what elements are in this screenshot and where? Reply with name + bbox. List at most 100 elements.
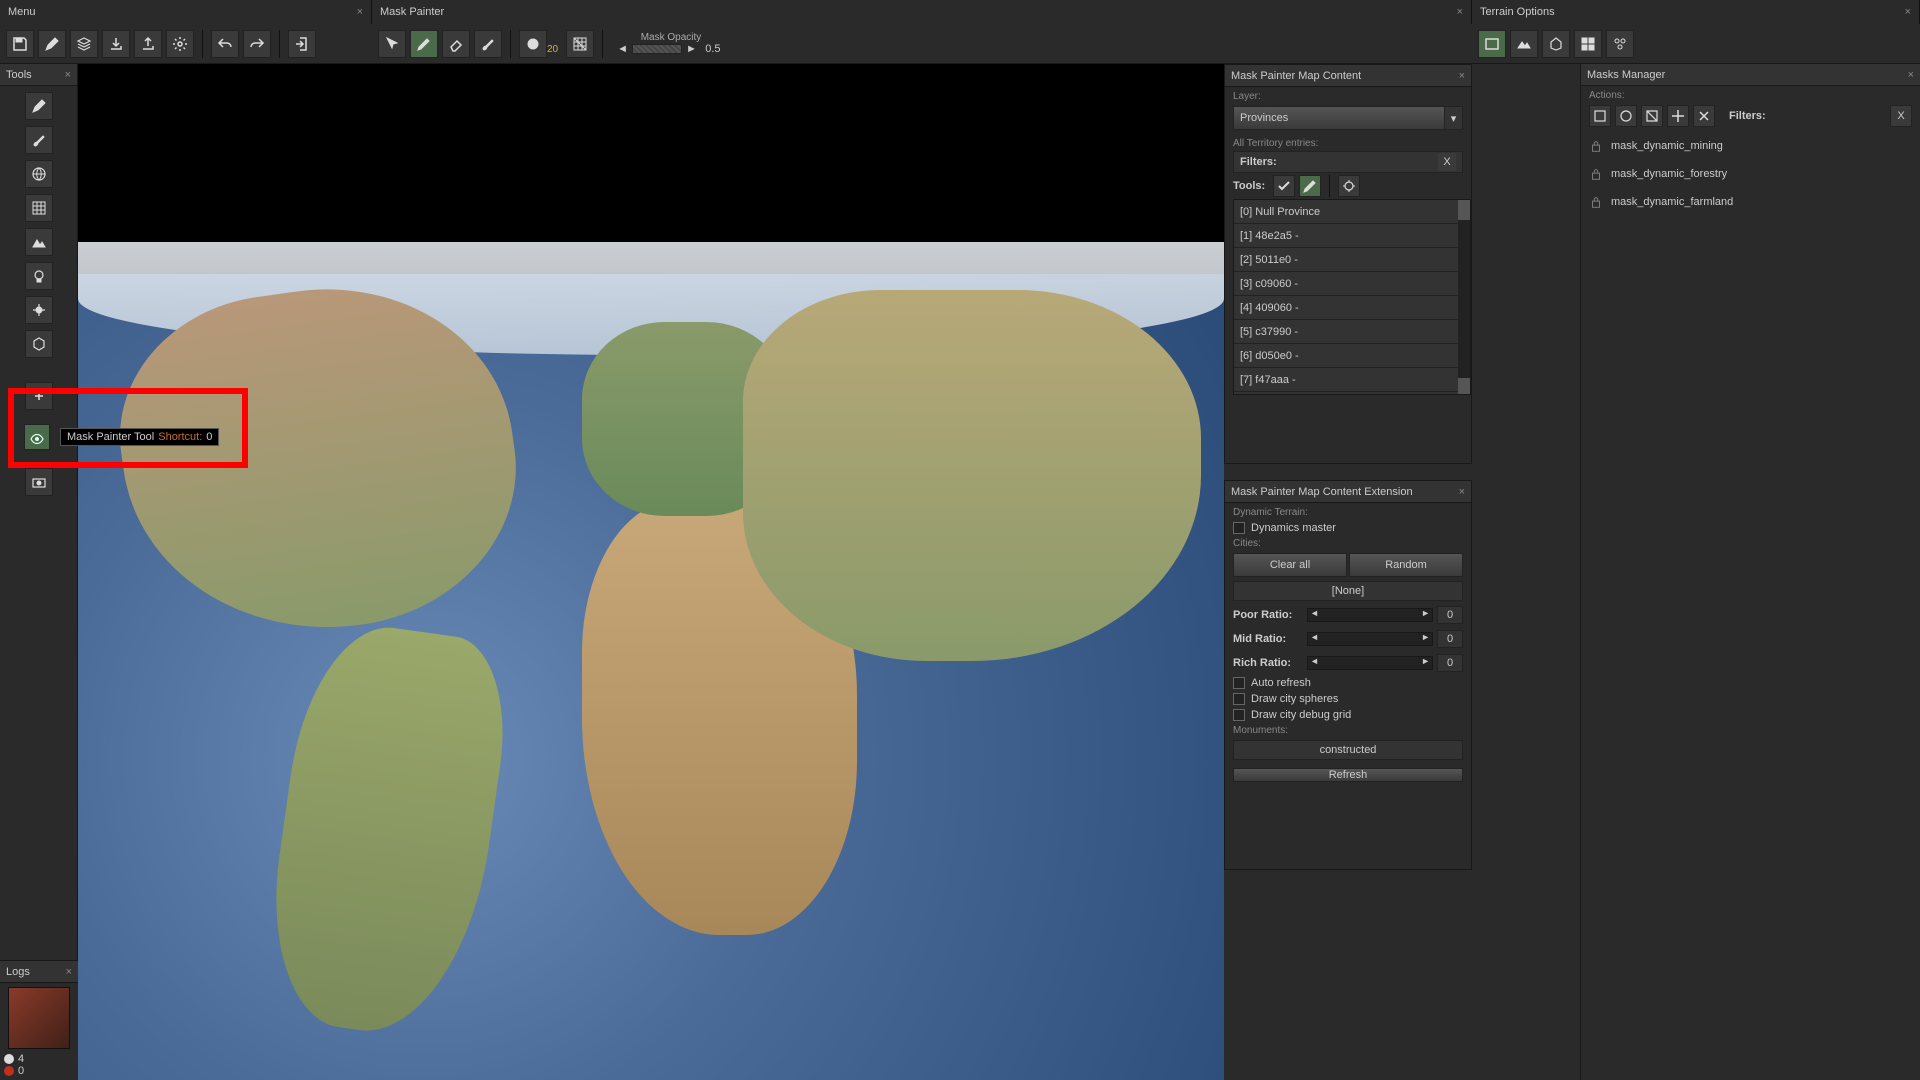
- list-item[interactable]: [6] d050e0 -: [1234, 344, 1470, 368]
- tool-brush-icon[interactable]: [25, 126, 53, 154]
- exit-icon[interactable]: [288, 30, 316, 58]
- list-item[interactable]: [4] 409060 -: [1234, 296, 1470, 320]
- select-tool-icon[interactable]: [1273, 175, 1295, 197]
- layers-icon[interactable]: [70, 30, 98, 58]
- mid-ratio-slider[interactable]: [1307, 632, 1433, 646]
- tool-mountain-icon[interactable]: [25, 228, 53, 256]
- tool-down-icon[interactable]: [25, 382, 53, 410]
- close-icon[interactable]: ×: [1905, 6, 1911, 18]
- clear-filters-button[interactable]: X: [1438, 153, 1456, 171]
- close-icon[interactable]: ×: [66, 966, 72, 978]
- dynamics-master-checkbox[interactable]: [1233, 522, 1245, 534]
- province-list[interactable]: [0] Null Province [1] 48e2a5 - [2] 5011e…: [1233, 199, 1471, 395]
- tool-hex-icon[interactable]: [25, 330, 53, 358]
- terrain-view3-icon[interactable]: [1542, 30, 1570, 58]
- list-item[interactable]: [3] c09060 -: [1234, 272, 1470, 296]
- tab-menu[interactable]: Menu ×: [0, 0, 372, 24]
- action3-icon[interactable]: [1641, 105, 1663, 127]
- mask-list-item[interactable]: mask_dynamic_mining: [1589, 135, 1912, 157]
- layer-value: Provinces: [1240, 112, 1288, 124]
- tab-terrain-options[interactable]: Terrain Options ×: [1472, 0, 1920, 24]
- mid-ratio-value[interactable]: 0: [1437, 630, 1463, 648]
- close-icon[interactable]: ×: [1457, 6, 1463, 18]
- close-icon[interactable]: ×: [1908, 69, 1914, 81]
- import-icon[interactable]: [134, 30, 162, 58]
- close-icon[interactable]: ×: [1459, 70, 1465, 82]
- tool-globe-icon[interactable]: [25, 160, 53, 188]
- tool-pencil-icon[interactable]: [25, 92, 53, 120]
- opacity-slider[interactable]: [632, 44, 682, 54]
- paint-icon[interactable]: [410, 30, 438, 58]
- scrollbar[interactable]: [1458, 200, 1470, 394]
- tool-logic-icon[interactable]: [25, 296, 53, 324]
- edit-icon[interactable]: [38, 30, 66, 58]
- clear-all-button[interactable]: Clear all: [1233, 553, 1347, 577]
- pointer-icon[interactable]: [378, 30, 406, 58]
- mask-painter-tool-button[interactable]: [24, 424, 50, 450]
- draw-city-debug-grid-checkbox[interactable]: [1233, 709, 1245, 721]
- paint-tool-icon[interactable]: [1299, 175, 1321, 197]
- constructed-field[interactable]: constructed: [1233, 740, 1463, 760]
- list-item[interactable]: [0] Null Province: [1234, 200, 1470, 224]
- brush-size-value: 20: [547, 44, 558, 55]
- terrain-settings-icon[interactable]: [1606, 30, 1634, 58]
- tools-panel-header: Tools ×: [0, 64, 77, 86]
- tab-mask-painter[interactable]: Mask Painter ×: [372, 0, 1472, 24]
- tool-grid-icon[interactable]: [25, 194, 53, 222]
- export-icon[interactable]: [102, 30, 130, 58]
- action1-icon[interactable]: [1589, 105, 1611, 127]
- dyn-terrain-label: Dynamic Terrain:: [1233, 507, 1463, 518]
- erase-icon[interactable]: [442, 30, 470, 58]
- mask-painter-extension-panel: Mask Painter Map Content Extension × Dyn…: [1224, 480, 1472, 870]
- tool-camera-icon[interactable]: [25, 468, 53, 496]
- action4-icon[interactable]: [1667, 105, 1689, 127]
- close-icon[interactable]: ×: [1459, 486, 1465, 498]
- close-icon[interactable]: ×: [357, 6, 363, 18]
- rich-ratio-value[interactable]: 0: [1437, 654, 1463, 672]
- tab-menu-label: Menu: [8, 6, 36, 18]
- layer-dropdown[interactable]: Provinces ▾: [1233, 106, 1463, 130]
- random-button[interactable]: Random: [1349, 553, 1463, 577]
- locate-tool-icon[interactable]: [1338, 175, 1360, 197]
- draw-city-spheres-checkbox[interactable]: [1233, 693, 1245, 705]
- rich-ratio-slider[interactable]: [1307, 656, 1433, 670]
- list-item[interactable]: [1] 48e2a5 -: [1234, 224, 1470, 248]
- mask-list-item[interactable]: mask_dynamic_forestry: [1589, 163, 1912, 185]
- lock-icon: [1589, 167, 1603, 181]
- slider-right-icon[interactable]: ►: [686, 43, 697, 55]
- filters-label: Filters:: [1729, 110, 1766, 122]
- logs-panel: Logs × 4 0: [0, 960, 78, 1080]
- list-item[interactable]: [8] a0d020 -: [1234, 392, 1470, 395]
- action5-icon[interactable]: [1693, 105, 1715, 127]
- clear-filters-button[interactable]: X: [1890, 105, 1912, 127]
- list-item[interactable]: [2] 5011e0 -: [1234, 248, 1470, 272]
- action2-icon[interactable]: [1615, 105, 1637, 127]
- close-icon[interactable]: ×: [65, 69, 71, 81]
- undo-icon[interactable]: [211, 30, 239, 58]
- brush-icon[interactable]: [474, 30, 502, 58]
- poor-ratio-value[interactable]: 0: [1437, 606, 1463, 624]
- slider-left-icon[interactable]: ◄: [617, 43, 628, 55]
- viewport[interactable]: [78, 64, 1224, 1080]
- terrain-toolbar: [1472, 24, 1920, 64]
- auto-refresh-checkbox[interactable]: [1233, 677, 1245, 689]
- brush-size-icon[interactable]: [519, 30, 547, 58]
- terrain-view2-icon[interactable]: [1510, 30, 1538, 58]
- terrain-view1-icon[interactable]: [1478, 30, 1506, 58]
- tool-bulb-icon[interactable]: [25, 262, 53, 290]
- poor-ratio-slider[interactable]: [1307, 608, 1433, 622]
- poor-ratio-row: Poor Ratio: 0: [1233, 605, 1463, 625]
- settings-icon[interactable]: [166, 30, 194, 58]
- refresh-button[interactable]: Refresh: [1233, 768, 1463, 782]
- redo-icon[interactable]: [243, 30, 271, 58]
- all-entries-label: All Territory entries:: [1225, 134, 1471, 149]
- filters-label: Filters:: [1240, 156, 1277, 168]
- world-map[interactable]: [78, 274, 1224, 1080]
- list-item[interactable]: [5] c37990 -: [1234, 320, 1470, 344]
- avatar: [8, 987, 70, 1049]
- terrain-view4-icon[interactable]: [1574, 30, 1602, 58]
- list-item[interactable]: [7] f47aaa -: [1234, 368, 1470, 392]
- save-icon[interactable]: [6, 30, 34, 58]
- brush-grid-icon[interactable]: [566, 30, 594, 58]
- mask-list-item[interactable]: mask_dynamic_farmland: [1589, 191, 1912, 213]
